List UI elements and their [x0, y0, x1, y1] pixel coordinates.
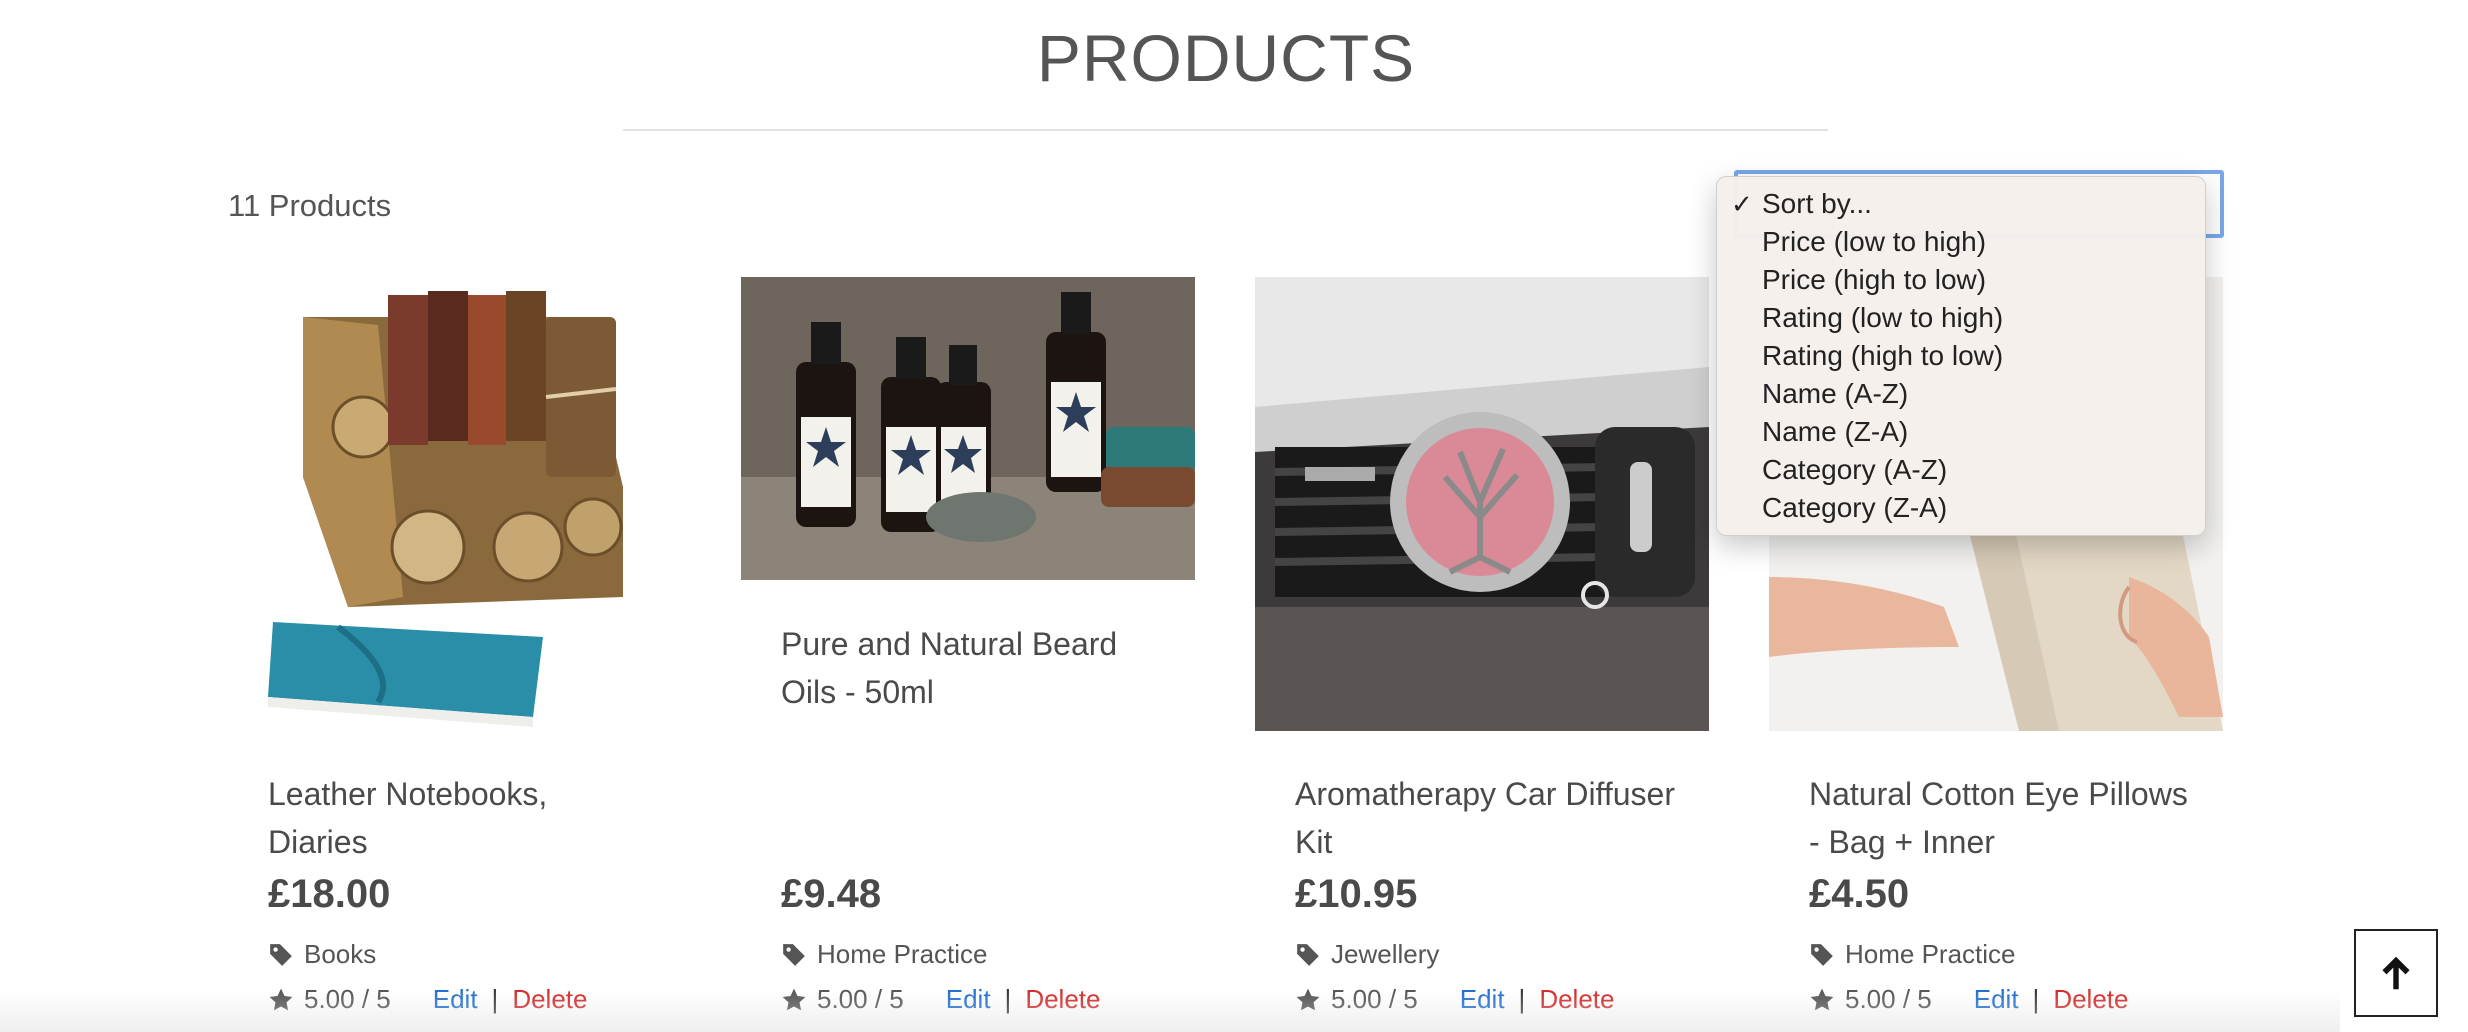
star-icon	[1810, 988, 1834, 1010]
product-price: £9.48	[781, 872, 882, 916]
edit-link[interactable]: Edit	[946, 984, 991, 1015]
product-meta: 5.00 / 5 Edit | Delete	[268, 984, 587, 1015]
product-category[interactable]: Books	[268, 939, 376, 970]
product-meta: 5.00 / 5 Edit | Delete	[1809, 984, 2128, 1015]
sort-option-label: Sort by...	[1762, 188, 1872, 219]
product-meta: 5.00 / 5 Edit | Delete	[781, 984, 1100, 1015]
product-rating: 5.00 / 5	[304, 984, 391, 1014]
star-icon	[782, 988, 806, 1010]
sort-option-rating-desc[interactable]: Rating (high to low)	[1717, 337, 2205, 375]
sort-option-price-asc[interactable]: Price (low to high)	[1717, 223, 2205, 261]
product-name[interactable]: Natural Cotton Eye Pillows - Bag + Inner	[1809, 770, 2189, 866]
delete-link[interactable]: Delete	[2053, 984, 2128, 1015]
edit-link[interactable]: Edit	[1974, 984, 2019, 1015]
delete-link[interactable]: Delete	[1025, 984, 1100, 1015]
page-title: PRODUCTS	[1036, 21, 1416, 95]
product-count: 11 Products	[228, 188, 392, 223]
car-diffuser-image	[1255, 277, 1709, 731]
product-meta: 5.00 / 5 Edit | Delete	[1295, 984, 1614, 1015]
sort-dropdown-menu: ✓ Sort by... Price (low to high) Price (…	[1716, 176, 2206, 536]
action-separator: |	[1518, 984, 1526, 1014]
star-icon	[269, 988, 293, 1010]
product-category[interactable]: Jewellery	[1295, 939, 1439, 970]
product-price: £4.50	[1809, 872, 1910, 916]
category-label: Books	[304, 939, 377, 969]
product-rating: 5.00 / 5	[1845, 984, 1932, 1014]
delete-link[interactable]: Delete	[1539, 984, 1614, 1015]
tag-icon	[270, 943, 292, 966]
action-separator: |	[1004, 984, 1012, 1014]
scroll-to-top-button[interactable]	[2354, 929, 2438, 1017]
title-divider	[623, 129, 1828, 131]
category-label: Jewellery	[1331, 939, 1440, 969]
product-price: £18.00	[268, 872, 391, 916]
sort-option-name-desc[interactable]: Name (Z-A)	[1717, 413, 2205, 451]
sort-option-name-asc[interactable]: Name (A-Z)	[1717, 375, 2205, 413]
delete-link[interactable]: Delete	[512, 984, 587, 1015]
category-label: Home Practice	[1845, 939, 2016, 969]
category-label: Home Practice	[817, 939, 988, 969]
edit-link[interactable]: Edit	[1460, 984, 1505, 1015]
product-image[interactable]	[741, 277, 1195, 580]
tag-icon	[783, 943, 805, 966]
product-image[interactable]	[1255, 277, 1709, 731]
sort-option-default[interactable]: ✓ Sort by...	[1717, 185, 2205, 223]
product-rating: 5.00 / 5	[1331, 984, 1418, 1014]
star-icon	[1296, 988, 1320, 1010]
tag-icon	[1811, 943, 1833, 966]
product-name[interactable]: Leather Notebooks, Diaries	[268, 770, 648, 866]
sort-option-rating-asc[interactable]: Rating (low to high)	[1717, 299, 2205, 337]
edit-link[interactable]: Edit	[433, 984, 478, 1015]
product-rating: 5.00 / 5	[817, 984, 904, 1014]
product-name[interactable]: Aromatherapy Car Diffuser Kit	[1295, 770, 1675, 866]
sort-option-category-desc[interactable]: Category (Z-A)	[1717, 489, 2205, 527]
action-separator: |	[2032, 984, 2040, 1014]
action-separator: |	[491, 984, 499, 1014]
sort-option-price-desc[interactable]: Price (high to low)	[1717, 261, 2205, 299]
product-category[interactable]: Home Practice	[1809, 939, 2016, 970]
arrow-up-icon	[2382, 956, 2410, 990]
beard-oil-bottles-image	[741, 277, 1195, 580]
product-category[interactable]: Home Practice	[781, 939, 988, 970]
checkmark-icon: ✓	[1731, 189, 1753, 219]
leather-notebooks-image	[228, 277, 682, 731]
sort-option-category-asc[interactable]: Category (A-Z)	[1717, 451, 2205, 489]
product-image[interactable]	[228, 277, 682, 731]
product-name[interactable]: Pure and Natural Beard Oils - 50ml	[781, 620, 1161, 716]
tag-icon	[1297, 943, 1319, 966]
products-page: PRODUCTS 11 Products Leather Notebooks, …	[0, 0, 2468, 1032]
product-price: £10.95	[1295, 872, 1418, 916]
